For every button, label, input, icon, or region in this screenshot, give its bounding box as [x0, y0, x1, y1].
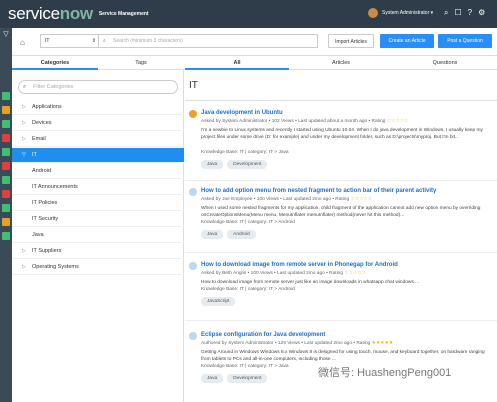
nav-icon[interactable]	[2, 120, 10, 128]
tab-questions[interactable]: Questions	[393, 56, 497, 70]
tab-bar: Categories Tags All Articles Questions	[12, 56, 497, 70]
app-root: servicenow Service Management System Adm…	[0, 0, 497, 402]
search-icon: ⌕	[103, 38, 106, 44]
category-item-selected[interactable]: ▽ IT	[12, 148, 184, 163]
question-icon	[189, 188, 197, 196]
tag[interactable]: Java	[201, 160, 224, 169]
user-name: System Administrator	[382, 10, 430, 16]
article-icon	[189, 332, 197, 340]
tab-all[interactable]: All	[185, 56, 289, 70]
rating-stars: ☆☆☆☆☆	[386, 119, 409, 124]
nav-icon[interactable]	[2, 92, 10, 100]
article-snippet: Getting Around in Windows Windows 8.x Wi…	[201, 350, 485, 362]
article-meta: Authored by System Administrator • 129 V…	[201, 341, 394, 346]
article-list: IT Java development in Ubuntu Asked by S…	[185, 70, 497, 402]
header-icons: ⌕ ☐ ? ⚙	[444, 8, 485, 18]
tag-list: Java Android	[201, 230, 256, 239]
search-icon[interactable]: ⌕	[444, 8, 448, 18]
divider	[185, 252, 497, 253]
knowledge-base-icon: ⌂	[20, 38, 25, 47]
article-snippet: I'm a newbie to Linux systems and recent…	[201, 128, 483, 140]
nav-icon[interactable]	[2, 204, 10, 212]
tag[interactable]: Java	[201, 230, 224, 239]
category-item[interactable]: Android	[12, 164, 184, 179]
tab-categories[interactable]: Categories	[12, 56, 98, 70]
watermark: 微信号: HuashengPeng001	[318, 367, 452, 379]
left-nav: ▽	[0, 28, 12, 402]
nav-icon[interactable]	[2, 176, 10, 184]
create-article-button[interactable]: Create an Article	[380, 34, 434, 48]
category-item[interactable]: IT Security	[12, 212, 184, 227]
search-icon: ⌕	[23, 84, 27, 90]
app-name: Service Management	[98, 11, 149, 17]
tag-list: Java Development	[201, 374, 268, 383]
rating-stars: ★★★★★	[371, 341, 394, 346]
article-title[interactable]: How to add option menu from nested fragm…	[201, 188, 436, 194]
filter-categories-input[interactable]: ⌕ Filter Categories	[18, 80, 178, 94]
tag[interactable]: Development	[227, 374, 268, 383]
tag-list: Java Development	[201, 160, 268, 169]
nav-icon[interactable]	[2, 106, 10, 114]
settings-icon[interactable]: ⚙	[478, 8, 485, 18]
article-kb: Knowledge Base: IT | category: IT > Java	[201, 364, 289, 369]
category-item[interactable]: Java	[12, 228, 184, 243]
tab-articles[interactable]: Articles	[289, 56, 393, 70]
help-icon[interactable]: ?	[468, 8, 472, 18]
rating-stars: ☆☆☆☆☆	[350, 197, 372, 202]
divider	[185, 100, 497, 101]
question-icon	[189, 262, 197, 270]
tab-tags[interactable]: Tags	[98, 56, 184, 70]
category-item[interactable]: ▷ IT Suppliers	[12, 244, 184, 259]
tag-list: JavaScript	[201, 297, 236, 306]
article-meta: Asked by Beth Anglin • 100 Views • Last …	[201, 271, 366, 276]
chat-icon[interactable]: ☐	[454, 8, 461, 18]
nav-icon[interactable]	[2, 190, 10, 198]
nav-icon[interactable]	[2, 218, 10, 226]
tag[interactable]: Java	[201, 374, 224, 383]
nav-icon-stack	[2, 92, 10, 246]
divider	[185, 180, 497, 181]
import-articles-button[interactable]: Import Articles	[328, 34, 374, 48]
chevron-down-icon: ⇕	[91, 38, 96, 44]
category-item[interactable]: IT Policies	[12, 196, 184, 211]
filter-icon[interactable]: ▽	[0, 28, 12, 40]
rating-stars: ☆☆☆☆☆	[344, 271, 366, 276]
nav-icon[interactable]	[2, 134, 10, 142]
divider	[185, 320, 497, 321]
category-item[interactable]: ▷ Email	[12, 132, 184, 147]
tag[interactable]: Android	[227, 230, 256, 239]
knowledge-base-select[interactable]: IT ⇕	[40, 34, 100, 48]
article-meta: Asked by Joe Employee • 100 Views • Last…	[201, 197, 372, 202]
article-snippet: When I used some nested fragments for my…	[201, 206, 481, 218]
article-kb: Knowledge Base: IT | category: IT > Java	[201, 150, 289, 155]
tag[interactable]: JavaScript	[201, 297, 236, 306]
nav-icon[interactable]	[2, 148, 10, 156]
article-snippet: How to download image from remote server…	[201, 280, 420, 285]
nav-icon[interactable]	[2, 162, 10, 170]
search-input[interactable]: ⌕ Search (minimum 3 characters)	[98, 34, 318, 48]
article-title[interactable]: Eclipse configuration for Java developme…	[201, 332, 325, 338]
category-item[interactable]: ▷ Applications	[12, 100, 184, 115]
question-icon	[189, 110, 197, 118]
article-kb: Knowledge Base: IT | category: IT > Andr…	[201, 287, 295, 292]
nav-icon[interactable]	[2, 232, 10, 240]
category-heading: IT	[189, 80, 198, 91]
article-kb: Knowledge Base: IT | category: IT > Andr…	[201, 220, 295, 225]
user-menu[interactable]: System Administrator ▾	[368, 8, 433, 18]
post-question-button[interactable]: Post a Question	[438, 34, 492, 48]
category-item[interactable]: ▷ Devices	[12, 116, 184, 131]
avatar	[368, 8, 378, 18]
category-item[interactable]: ▷ Operating Systems	[12, 260, 184, 275]
tag[interactable]: Development	[227, 160, 268, 169]
servicenow-logo[interactable]: servicenow	[8, 4, 93, 24]
category-sidebar: ⌕ Filter Categories ▷ Applications ▷ Devic…	[12, 70, 184, 402]
category-item[interactable]: IT Announcements	[12, 180, 184, 195]
chevron-down-icon: ▾	[429, 10, 434, 16]
article-title[interactable]: Java development in Ubuntu	[201, 110, 283, 116]
article-meta: Asked by System Administrator • 102 View…	[201, 119, 409, 124]
top-bar: servicenow Service Management System Adm…	[0, 0, 497, 28]
article-title[interactable]: How to download image from remote server…	[201, 262, 398, 268]
